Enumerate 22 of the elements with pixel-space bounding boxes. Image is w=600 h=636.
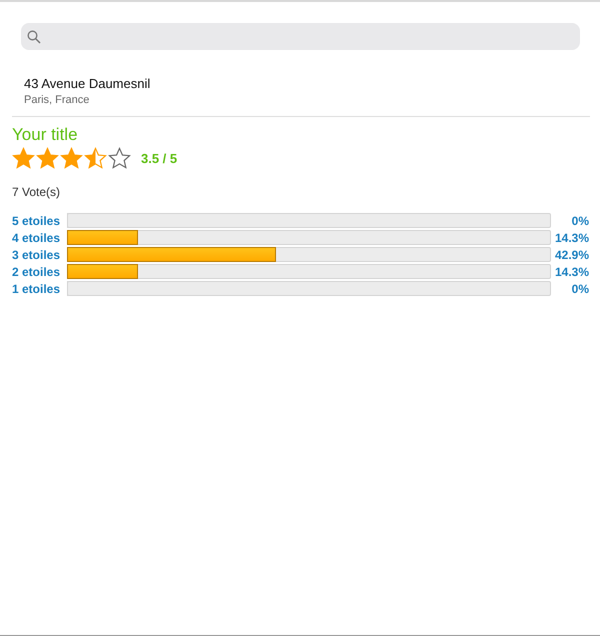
- star-level-label: 4 etoiles: [12, 230, 62, 244]
- star-level-label: 2 etoiles: [12, 264, 62, 278]
- percent-text: 0%: [570, 282, 589, 296]
- percent-text: 14.3%: [554, 264, 589, 278]
- street-address: 43 Avenue Daumesnil: [24, 76, 152, 91]
- star-level-label: 5 etoiles: [12, 214, 62, 228]
- rating-score: 3.5 / 5: [141, 151, 178, 166]
- star-icon: [108, 147, 131, 170]
- star-icon: [12, 147, 35, 170]
- star-icon: [36, 147, 59, 170]
- percent-text: 14.3%: [554, 230, 589, 244]
- star-level-label: 1 etoiles: [12, 282, 62, 296]
- rating-title: Your title: [12, 125, 79, 145]
- percent-text: 42.9%: [554, 248, 589, 262]
- percent-text: 0%: [570, 214, 589, 228]
- search-icon: [27, 30, 41, 44]
- city-text: Paris, France: [24, 94, 90, 106]
- star-level-label: 3 etoiles: [12, 248, 62, 262]
- search-field[interactable]: [21, 23, 580, 50]
- vote-count: 7 Vote(s): [12, 185, 62, 199]
- star-icon: [60, 147, 83, 170]
- star-icon: [84, 147, 107, 170]
